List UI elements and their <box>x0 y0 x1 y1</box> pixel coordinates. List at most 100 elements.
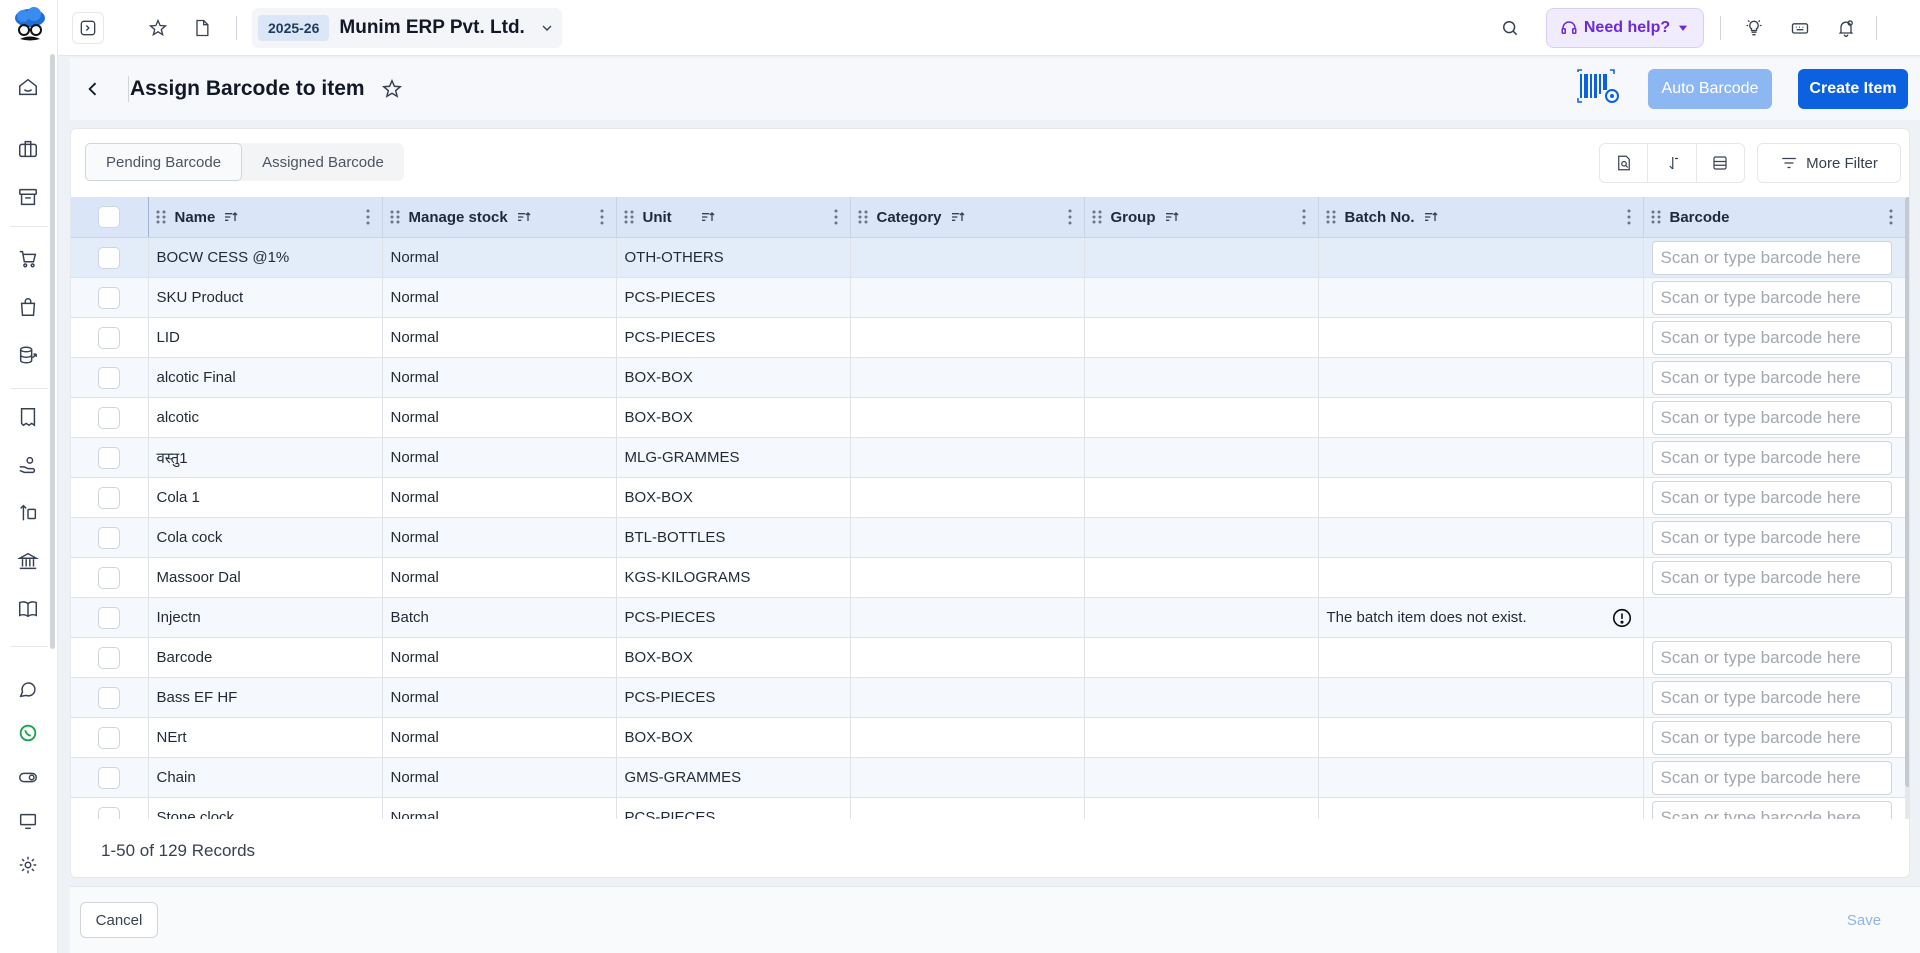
row-checkbox[interactable] <box>98 406 121 429</box>
row-checkbox[interactable] <box>98 246 121 269</box>
row-checkbox[interactable] <box>98 766 121 789</box>
alert-circle-icon[interactable] <box>1611 607 1633 629</box>
barcode-input[interactable] <box>1651 800 1892 819</box>
barcode-input[interactable] <box>1651 720 1892 755</box>
search-icon[interactable] <box>1494 12 1526 44</box>
col-name[interactable]: Name <box>148 197 383 238</box>
table-row[interactable]: BOCW CESS @1% Normal OTH-OTHERS <box>71 237 1906 278</box>
col-unit[interactable]: Unit <box>616 197 851 238</box>
col-barcode[interactable]: Barcode <box>1643 197 1906 238</box>
column-menu-icon[interactable] <box>1068 209 1072 225</box>
table-row[interactable]: LID Normal PCS-PIECES <box>71 317 1906 358</box>
barcode-input[interactable] <box>1651 360 1892 395</box>
bank-icon[interactable] <box>15 548 41 574</box>
row-checkbox[interactable] <box>98 686 121 709</box>
table-row[interactable]: Injectn Batch PCS-PIECES The batch item doe… <box>71 597 1906 638</box>
sort-asc-icon[interactable] <box>700 209 716 225</box>
sidebar-scrollbar[interactable] <box>50 54 55 649</box>
back-arrow-icon[interactable] <box>80 76 106 102</box>
table-row[interactable]: Stone clock Normal PCS-PIECES <box>71 797 1906 819</box>
barcode-input[interactable] <box>1651 280 1892 315</box>
row-checkbox[interactable] <box>98 326 121 349</box>
barcode-input[interactable] <box>1651 320 1892 355</box>
barcode-input[interactable] <box>1651 560 1892 595</box>
row-checkbox[interactable] <box>98 446 121 469</box>
document-icon[interactable] <box>186 12 218 44</box>
drag-handle-icon[interactable] <box>1325 209 1337 225</box>
search-report-icon[interactable] <box>1600 144 1649 182</box>
table-row[interactable]: Massoor Dal Normal KGS-KILOGRAMS <box>71 557 1906 598</box>
table-row[interactable]: Cola 1 Normal BOX-BOX <box>71 477 1906 518</box>
column-menu-icon[interactable] <box>1302 209 1306 225</box>
payment-hand-icon[interactable] <box>15 452 41 478</box>
cancel-button[interactable]: Cancel <box>80 902 158 938</box>
receipt-icon[interactable] <box>15 404 41 430</box>
table-row[interactable]: वस्तु1 Normal MLG-GRAMMES <box>71 437 1906 478</box>
keyboard-icon[interactable] <box>1784 12 1816 44</box>
tab-assigned-barcode[interactable]: Assigned Barcode <box>242 143 404 181</box>
create-item-button[interactable]: Create Item <box>1798 69 1908 109</box>
barcode-input[interactable] <box>1651 400 1892 435</box>
lightbulb-icon[interactable] <box>1738 12 1770 44</box>
col-group[interactable]: Group <box>1084 197 1319 238</box>
shopping-bag-icon[interactable] <box>15 294 41 320</box>
column-menu-icon[interactable] <box>366 209 370 225</box>
row-checkbox[interactable] <box>98 606 121 629</box>
exchange-icon[interactable] <box>15 500 41 526</box>
row-checkbox[interactable] <box>98 566 121 589</box>
barcode-input[interactable] <box>1651 680 1892 715</box>
barcode-input[interactable] <box>1651 640 1892 675</box>
column-menu-icon[interactable] <box>1627 209 1631 225</box>
table-row[interactable]: alcotic Normal BOX-BOX <box>71 397 1906 438</box>
tab-pending-barcode[interactable]: Pending Barcode <box>85 143 243 181</box>
row-checkbox[interactable] <box>98 366 121 389</box>
drag-handle-icon[interactable] <box>389 209 401 225</box>
barcode-input[interactable] <box>1651 520 1892 555</box>
auto-barcode-button[interactable]: Auto Barcode <box>1648 69 1772 109</box>
col-category[interactable]: Category <box>850 197 1085 238</box>
table-row[interactable]: Bass EF HF Normal PCS-PIECES <box>71 677 1906 718</box>
settings-gear-icon[interactable] <box>15 852 41 878</box>
col-batch-no[interactable]: Batch No. <box>1318 197 1644 238</box>
barcode-settings-icon[interactable] <box>1576 68 1624 108</box>
sort-asc-icon[interactable] <box>223 209 239 225</box>
drag-handle-icon[interactable] <box>1650 209 1662 225</box>
monitor-icon[interactable] <box>15 808 41 834</box>
sort-asc-icon[interactable] <box>1164 209 1180 225</box>
sidebar-toggle-icon[interactable] <box>72 12 104 44</box>
row-checkbox[interactable] <box>98 726 121 749</box>
company-selector[interactable]: 2025-26 Munim ERP Pvt. Ltd. <box>252 8 562 48</box>
table-row[interactable]: NErt Normal BOX-BOX <box>71 717 1906 758</box>
favorite-star-icon[interactable] <box>142 12 174 44</box>
need-help-button[interactable]: Need help? <box>1546 8 1704 48</box>
drag-handle-icon[interactable] <box>155 209 167 225</box>
table-row[interactable]: SKU Product Normal PCS-PIECES <box>71 277 1906 318</box>
row-density-icon[interactable] <box>1697 144 1744 182</box>
archive-icon[interactable] <box>15 184 41 210</box>
column-menu-icon[interactable] <box>1889 209 1893 225</box>
row-checkbox[interactable] <box>98 286 121 309</box>
barcode-input[interactable] <box>1651 440 1892 475</box>
whatsapp-icon[interactable] <box>15 720 41 746</box>
sort-asc-icon[interactable] <box>1423 209 1439 225</box>
save-button[interactable]: Save <box>1834 902 1894 938</box>
table-row[interactable]: Chain Normal GMS-GRAMMES <box>71 757 1906 798</box>
barcode-input[interactable] <box>1651 480 1892 515</box>
table-row[interactable]: Barcode Normal BOX-BOX <box>71 637 1906 678</box>
notification-bell-icon[interactable] <box>1830 12 1862 44</box>
row-checkbox[interactable] <box>98 806 121 819</box>
barcode-input[interactable] <box>1651 240 1892 275</box>
briefcase-icon[interactable] <box>15 136 41 162</box>
dashboard-icon[interactable] <box>15 74 41 100</box>
column-menu-icon[interactable] <box>600 209 604 225</box>
bookmark-star-icon[interactable] <box>378 75 406 103</box>
table-row[interactable]: Cola cock Normal BTL-BOTTLES <box>71 517 1906 558</box>
cart-icon[interactable] <box>15 246 41 272</box>
table-row[interactable]: alcotic Final Normal BOX-BOX <box>71 357 1906 398</box>
select-all-checkbox[interactable] <box>98 206 121 228</box>
col-manage-stock[interactable]: Manage stock <box>382 197 617 238</box>
drag-handle-icon[interactable] <box>1091 209 1103 225</box>
sort-asc-icon[interactable] <box>950 209 966 225</box>
row-checkbox[interactable] <box>98 646 121 669</box>
drag-handle-icon[interactable] <box>623 209 635 225</box>
